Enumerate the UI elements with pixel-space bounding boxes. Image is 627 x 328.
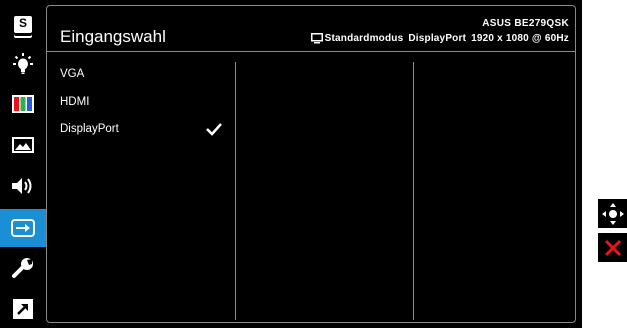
sidebar-item-input-select[interactable] [0,209,46,247]
page-title: Eingangswahl [60,27,166,46]
status-mode: Standardmodus [310,33,404,44]
close-x-icon [604,239,621,256]
sidebar-item-splendid[interactable]: S [0,5,46,43]
header-divider [47,51,575,52]
sidebar-item-sound[interactable] [0,167,46,205]
splendid-label: S [18,15,27,30]
sidebar-item-image[interactable] [0,126,46,164]
joystick-move-icon [601,202,624,225]
column-divider-1 [235,62,236,320]
sidebar: S [0,0,46,328]
input-label: DisplayPort [408,33,467,44]
column-divider-2 [413,62,414,320]
splendid-s-icon: S [14,15,32,33]
option-displayport[interactable]: DisplayPort [60,123,119,135]
bluelight-filter-icon [13,53,33,74]
color-bars-icon [12,95,34,113]
osd-menu: S Eingangswahl ASUS BE279QSK Standardmod… [0,0,582,328]
sidebar-item-color[interactable] [0,85,46,123]
selected-check-icon [206,123,222,136]
speaker-icon [12,178,32,194]
wrench-icon [12,258,33,278]
option-vga[interactable]: VGA [60,68,84,80]
mode-label: Standardmodus [324,33,404,44]
shortcut-icon [13,299,33,319]
close-button[interactable] [598,233,627,262]
image-icon [12,137,34,153]
sidebar-item-shortcut[interactable] [0,290,46,328]
joystick-move-button[interactable] [598,199,627,228]
monitor-icon [310,33,323,44]
sidebar-item-system[interactable] [0,249,46,287]
resolution-label: 1920 x 1080 @ 60Hz [471,33,569,44]
input-select-icon [11,219,35,237]
input-select-panel: Eingangswahl ASUS BE279QSK Standardmodus… [46,5,576,323]
option-hdmi[interactable]: HDMI [60,96,89,108]
status-bar: Standardmodus DisplayPort 1920 x 1080 @ … [310,33,569,44]
sidebar-item-bluelight[interactable] [0,45,46,83]
model-name: ASUS BE279QSK [482,18,569,29]
